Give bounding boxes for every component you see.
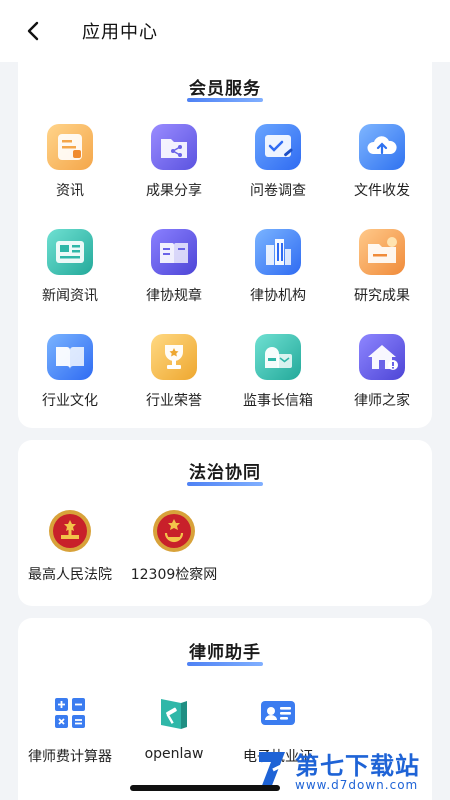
app-item-label: openlaw [144,746,204,762]
home-icon [359,334,405,380]
rule-of-law-card: 法治协同 最高人民法院 12309检察网 [18,440,432,606]
app-item-label: 律师之家 [354,393,410,409]
app-item-label: 问卷调查 [250,183,306,199]
app-item-label: 最高人民法院 [28,567,112,583]
book-rules-icon [151,229,197,275]
app-item-supreme-court[interactable]: 最高人民法院 [18,508,122,584]
section-title: 法治协同 [187,458,263,486]
app-item-label: 行业荣誉 [146,393,202,409]
building-icon [255,229,301,275]
chevron-left-icon [27,21,39,41]
app-item-openlaw[interactable]: openlaw [122,690,226,762]
research-folder-icon [359,229,405,275]
app-item-label: 律协机构 [250,288,306,304]
section-title: 会员服务 [187,74,263,102]
gavel-book-icon [151,690,197,736]
procuratorate-emblem-icon [151,508,197,554]
app-item-label: 文件收发 [354,183,410,199]
section-title: 律师助手 [187,638,263,666]
folder-share-icon [151,124,197,170]
app-item-industry-culture[interactable]: 行业文化 [18,334,122,410]
app-item-label: 资讯 [56,183,84,199]
news-card-icon [47,124,93,170]
app-item-results-share[interactable]: 成果分享 [122,124,226,200]
member-services-card: 会员服务 资讯 成果分享 问卷调查 文件收发 新闻资讯 律协规章 律协机构 研究… [18,62,432,428]
survey-icon [255,124,301,170]
trophy-icon [151,334,197,380]
app-item-newsroom[interactable]: 新闻资讯 [18,229,122,305]
id-card-icon [255,690,301,736]
page-title: 应用中心 [82,22,158,43]
app-item-supervisor-mailbox[interactable]: 监事长信箱 [226,334,330,410]
app-item-bar-rules[interactable]: 律协规章 [122,229,226,305]
back-button[interactable] [22,20,44,42]
app-item-label: 律师费计算器 [28,749,112,765]
watermark-url: www.d7down.com [295,778,419,792]
app-item-lawyer-home[interactable]: 律师之家 [330,334,434,410]
home-indicator [130,785,280,791]
app-item-label: 律协规章 [146,288,202,304]
app-item-fee-calculator[interactable]: 律师费计算器 [18,690,122,766]
court-emblem-icon [47,508,93,554]
app-item-label: 行业文化 [42,393,98,409]
app-item-file-transfer[interactable]: 文件收发 [330,124,434,200]
app-item-label: 12309检察网 [130,567,218,583]
app-item-research[interactable]: 研究成果 [330,229,434,305]
app-item-survey[interactable]: 问卷调查 [226,124,330,200]
app-item-label: 成果分享 [146,183,202,199]
app-item-label: 研究成果 [354,288,410,304]
watermark-name: 第七下载站 [295,752,420,780]
app-header: 应用中心 [0,0,450,62]
mailbox-icon [255,334,301,380]
app-item-procuratorate[interactable]: 12309检察网 [122,508,226,584]
calculator-icon [47,690,93,736]
app-item-bar-institutions[interactable]: 律协机构 [226,229,330,305]
app-item-industry-honor[interactable]: 行业荣誉 [122,334,226,410]
open-book-icon [47,334,93,380]
app-item-label: 新闻资讯 [42,288,98,304]
cloud-upload-icon [359,124,405,170]
app-item-news[interactable]: 资讯 [18,124,122,200]
app-item-label: 监事长信箱 [243,393,313,409]
site-watermark: 第七下载站 www.d7down.com [255,744,450,800]
newspaper-icon [47,229,93,275]
